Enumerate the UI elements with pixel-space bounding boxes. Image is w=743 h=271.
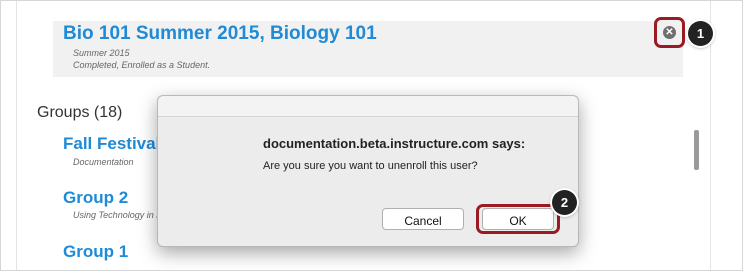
page-frame: Bio 101 Summer 2015, Biology 101 Summer …: [0, 0, 743, 271]
ok-button[interactable]: OK: [482, 208, 554, 230]
callout-2: 2: [552, 190, 577, 215]
group-sub-fall-festival: Documentation: [73, 157, 134, 167]
groups-heading: Groups (18): [37, 104, 123, 121]
course-title-link[interactable]: Bio 101 Summer 2015, Biology 101: [63, 23, 377, 45]
callout-1: 1: [688, 21, 713, 46]
group-link-fall-festival[interactable]: Fall Festival: [63, 134, 160, 154]
dialog-message: Are you sure you want to unenroll this u…: [263, 160, 478, 172]
close-circle-icon: ✕: [663, 26, 676, 39]
scrollbar-thumb[interactable]: [694, 130, 699, 170]
dialog-source: documentation.beta.instructure.com says:: [263, 136, 526, 151]
course-enrollment-status: Completed, Enrolled as a Student.: [73, 60, 211, 70]
course-term: Summer 2015: [73, 48, 130, 58]
cancel-button[interactable]: Cancel: [382, 208, 464, 230]
confirm-dialog: documentation.beta.instructure.com says:…: [157, 95, 579, 247]
unenroll-button[interactable]: ✕: [654, 17, 685, 48]
dialog-titlebar: [158, 96, 578, 117]
group-link-group-2[interactable]: Group 2: [63, 188, 128, 208]
group-sub-group-2: Using Technology in E: [73, 210, 163, 220]
group-link-group-1[interactable]: Group 1: [63, 242, 128, 262]
